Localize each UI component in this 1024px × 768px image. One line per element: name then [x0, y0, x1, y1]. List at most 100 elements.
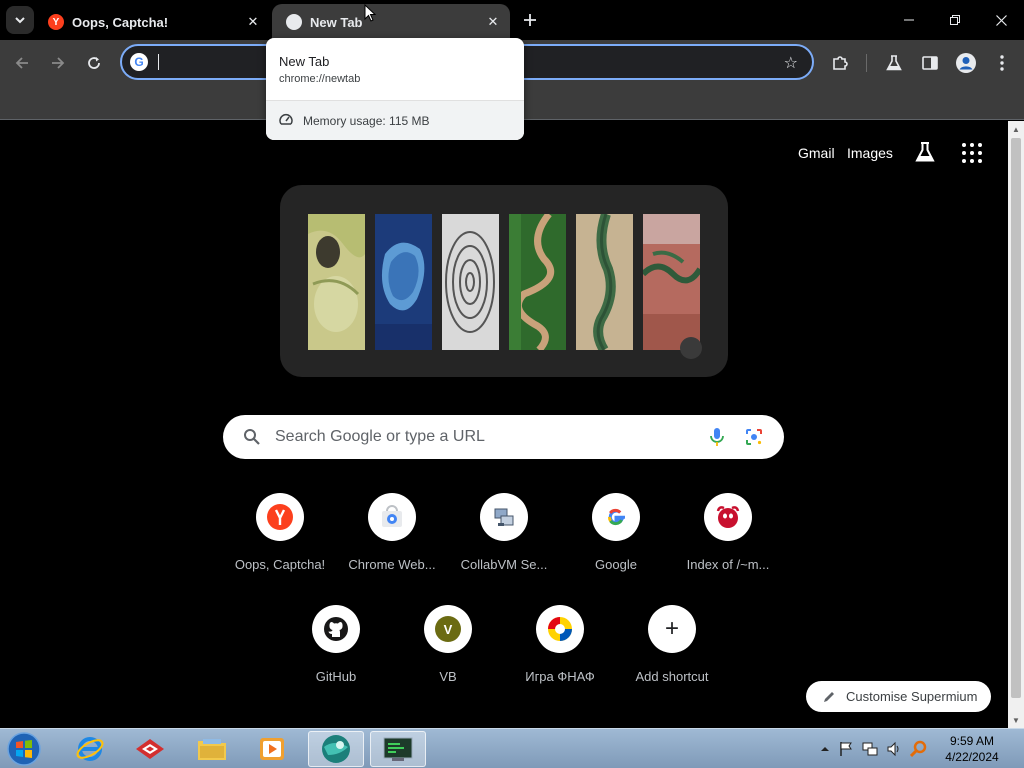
back-button[interactable] — [10, 51, 34, 75]
google-apps-icon[interactable] — [962, 143, 982, 163]
forward-button[interactable] — [46, 51, 70, 75]
shortcut-tile[interactable]: Chrome Web... — [336, 493, 448, 605]
restore-icon — [950, 15, 960, 25]
system-tray — [820, 729, 928, 768]
tab-search-button[interactable] — [6, 6, 34, 34]
images-link[interactable]: Images — [847, 145, 893, 161]
bookmark-star-icon[interactable]: ☆ — [784, 53, 798, 73]
tab-strip: Y Oops, Captcha! ✕ New Tab ✕ — [0, 0, 1024, 40]
pencil-icon — [824, 691, 834, 702]
share-icon[interactable] — [680, 337, 702, 359]
shortcut-label: Oops, Captcha! — [234, 557, 326, 572]
magnifier-icon[interactable] — [910, 740, 928, 758]
shortcut-icon-wrap — [536, 605, 584, 653]
taskbar-tool-app[interactable] — [122, 731, 178, 767]
plus-icon — [524, 14, 536, 26]
microphone-icon[interactable] — [709, 427, 725, 447]
file-explorer-icon — [198, 739, 226, 760]
google-icon — [607, 508, 625, 526]
shortcut-tile[interactable]: V VB — [392, 605, 504, 717]
reload-button[interactable] — [82, 51, 106, 75]
shortcut-label: VB — [439, 669, 457, 684]
close-window-button[interactable] — [978, 0, 1024, 40]
chrome-webstore-icon — [382, 505, 402, 527]
extensions-button[interactable] — [828, 51, 852, 75]
puzzle-icon — [833, 56, 848, 70]
new-tab-page: Gmail Images Search Google or type a URL… — [0, 121, 1008, 728]
tab-close-icon[interactable]: ✕ — [244, 13, 262, 31]
network-icon[interactable] — [862, 741, 878, 757]
flask-icon[interactable] — [914, 141, 936, 163]
hover-card-title: New Tab — [279, 54, 330, 69]
supermium-icon — [322, 735, 350, 763]
tab-oops-captcha[interactable]: Y Oops, Captcha! ✕ — [40, 4, 268, 40]
shortcut-tile[interactable]: Игра ФНАФ — [504, 605, 616, 717]
doodle-panel-atoll — [375, 214, 432, 350]
taskbar-clock[interactable]: 9:59 AM 4/22/2024 — [932, 733, 1012, 765]
flask-icon — [886, 55, 902, 71]
ntp-search-box[interactable]: Search Google or type a URL — [223, 415, 784, 459]
taskbar-media-player[interactable] — [244, 731, 300, 767]
shortcut-tile[interactable]: Oops, Captcha! — [224, 493, 336, 605]
hover-card-url: chrome://newtab — [279, 73, 361, 85]
page-scrollbar[interactable]: ▲ ▼ — [1008, 121, 1024, 728]
globe-icon — [286, 14, 302, 30]
chrome-menu-button[interactable] — [990, 51, 1014, 75]
show-hidden-icons-icon[interactable] — [820, 744, 830, 754]
shortcut-label: GitHub — [315, 669, 357, 684]
tab-new-tab[interactable]: New Tab ✕ — [272, 4, 510, 40]
profile-button[interactable] — [954, 51, 978, 75]
letter-v-icon: V — [435, 616, 461, 642]
mouse-cursor-icon — [364, 4, 376, 22]
customise-button[interactable]: Customise Supermium — [806, 681, 991, 712]
taskbar-file-explorer[interactable] — [184, 731, 240, 767]
tab-close-icon[interactable]: ✕ — [484, 13, 502, 31]
minimize-button[interactable] — [886, 0, 932, 40]
shortcut-tile[interactable]: CollabVM Se... — [448, 493, 560, 605]
doodle-panel-river — [509, 214, 566, 350]
google-icon: G — [130, 53, 148, 71]
shortcut-tile[interactable]: GitHub — [280, 605, 392, 717]
shortcut-icon-wrap — [256, 493, 304, 541]
side-panel-button[interactable] — [918, 51, 942, 75]
tab-title: Oops, Captcha! — [72, 14, 169, 30]
shortcut-tile[interactable]: Index of /~m... — [672, 493, 784, 605]
labs-button[interactable] — [882, 51, 906, 75]
google-doodle[interactable] — [280, 185, 728, 377]
scroll-thumb[interactable] — [1011, 138, 1021, 698]
scroll-down-icon[interactable]: ▼ — [1008, 712, 1024, 728]
tab-hover-card: New Tab chrome://newtab Memory usage: 11… — [266, 38, 524, 140]
search-placeholder: Search Google or type a URL — [275, 428, 485, 445]
shortcut-label: Игра ФНАФ — [525, 669, 595, 684]
add-shortcut-tile[interactable]: + Add shortcut — [616, 605, 728, 717]
shortcut-tile[interactable]: Google — [560, 493, 672, 605]
flag-icon[interactable] — [838, 741, 854, 757]
reload-icon — [88, 57, 100, 69]
new-tab-button[interactable] — [518, 8, 542, 32]
google-lens-icon[interactable] — [745, 428, 763, 446]
search-icon — [244, 429, 260, 445]
arrow-left-icon — [15, 57, 28, 69]
taskbar-internet-explorer[interactable] — [62, 731, 118, 767]
github-icon — [324, 617, 348, 641]
taskbar-terminal[interactable] — [370, 731, 426, 767]
shortcut-icon-wrap — [480, 493, 528, 541]
start-button[interactable] — [6, 731, 46, 767]
collabvm-icon — [494, 508, 514, 526]
restore-button[interactable] — [932, 0, 978, 40]
close-icon — [995, 14, 1007, 26]
clock-time: 9:59 AM — [949, 734, 995, 748]
gmail-link[interactable]: Gmail — [798, 145, 835, 161]
doodle-panel-spiral — [442, 214, 499, 350]
shortcut-label: Chrome Web... — [348, 557, 436, 572]
scroll-up-icon[interactable]: ▲ — [1008, 121, 1024, 137]
arrow-right-icon — [52, 57, 65, 69]
text-caret — [158, 54, 159, 70]
taskbar-supermium[interactable] — [308, 731, 364, 767]
yandex-icon — [267, 504, 293, 530]
clock-date: 4/22/2024 — [945, 750, 999, 764]
shortcut-icon-wrap — [368, 493, 416, 541]
kebab-icon — [1000, 55, 1004, 71]
shortcut-icon-wrap: + — [648, 605, 696, 653]
volume-icon[interactable] — [886, 741, 902, 757]
